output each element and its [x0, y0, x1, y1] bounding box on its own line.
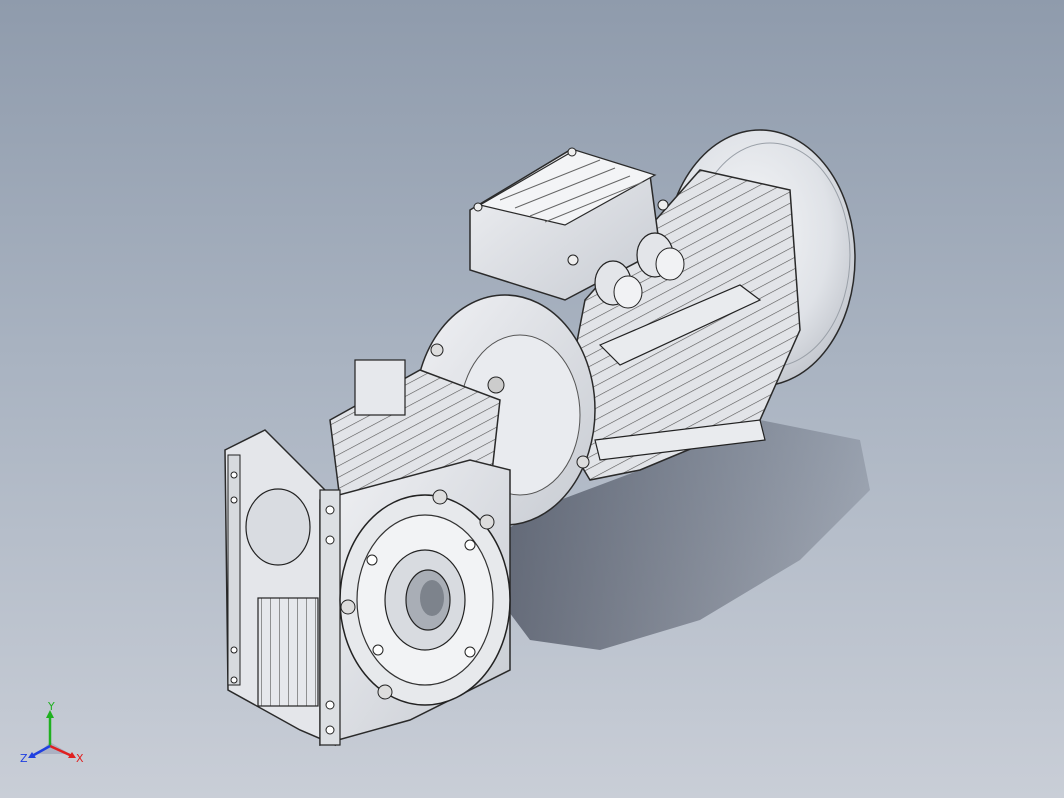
gearmotor-model[interactable] [0, 0, 1064, 798]
cad-viewport[interactable]: Y X Z [0, 0, 1064, 798]
orientation-triad[interactable]: Y X Z [18, 700, 88, 778]
x-axis-label: X [76, 752, 84, 765]
y-axis-label: Y [47, 700, 55, 713]
z-axis-label: Z [20, 752, 28, 765]
